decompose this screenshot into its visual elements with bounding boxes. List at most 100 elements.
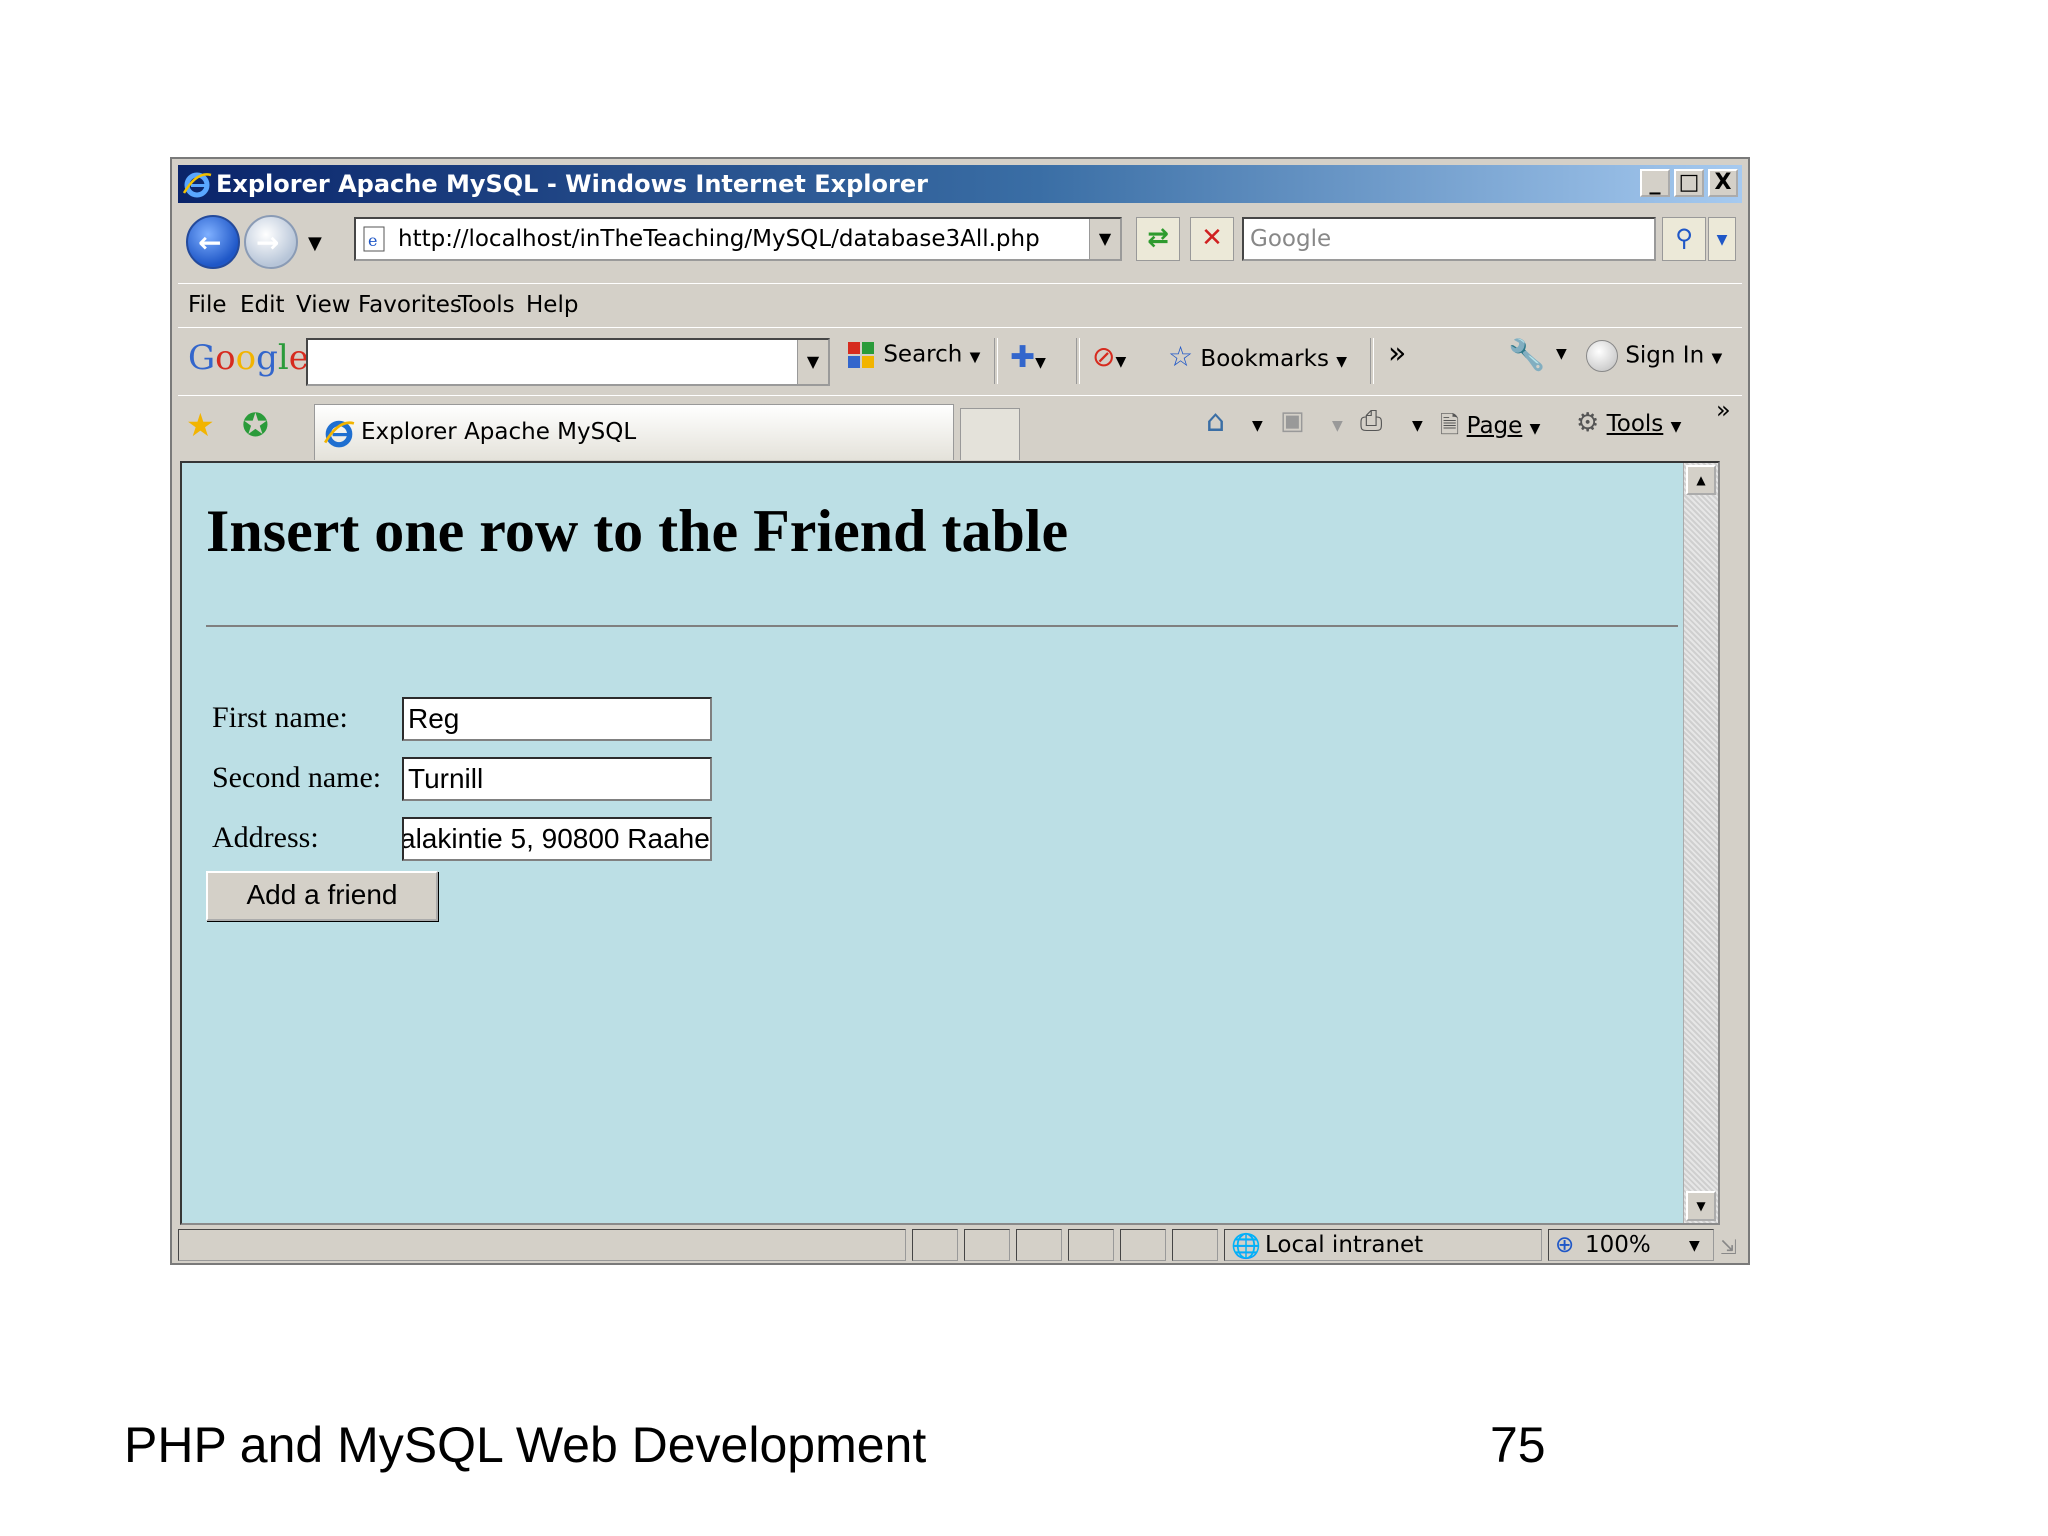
chevron-down-icon: ▼ xyxy=(1689,1238,1700,1254)
status-message-cell xyxy=(178,1229,906,1261)
toolbar-separator xyxy=(1370,338,1374,384)
popup-blocker-icon[interactable]: ⊘▼ xyxy=(1092,340,1126,373)
tab-active[interactable]: Explorer Apache MySQL xyxy=(314,404,954,460)
rss-feed-icon[interactable]: ▣ xyxy=(1280,406,1305,436)
window-title: Explorer Apache MySQL - Windows Internet… xyxy=(216,170,928,198)
bookmarks-label: Bookmarks xyxy=(1200,346,1329,372)
add-button-icon[interactable]: ✚▼ xyxy=(1010,340,1046,375)
stop-button[interactable]: ✕ xyxy=(1190,217,1234,261)
browser-window: Explorer Apache MySQL - Windows Internet… xyxy=(170,157,1750,1265)
menu-file[interactable]: File xyxy=(188,292,227,318)
more-tools-chevron[interactable]: » xyxy=(1388,336,1406,371)
chevron-down-icon: ▼ xyxy=(1711,350,1723,367)
search-input[interactable]: Google xyxy=(1242,217,1656,261)
google-search-button[interactable]: Search ▼ xyxy=(846,340,980,370)
google-search-input[interactable]: ▼ xyxy=(306,338,830,386)
bookmark-star-icon: ☆ xyxy=(1168,340,1194,373)
google-search-label: Search xyxy=(883,341,963,368)
chevron-down-icon[interactable]: ▼ xyxy=(1252,418,1263,434)
page-menu-button[interactable]: 🗎 Page ▼ xyxy=(1440,408,1540,449)
first-name-label: First name: xyxy=(212,701,348,734)
vertical-scrollbar[interactable]: ▲ ▼ xyxy=(1683,463,1718,1223)
refresh-button[interactable]: ⇄ xyxy=(1136,217,1180,261)
gear-icon: ⚙ xyxy=(1576,408,1600,438)
status-bar: 🌐 Local intranet ⊕ 100% ▼ ⇲ xyxy=(178,1229,1742,1263)
address-dropdown-icon[interactable]: ▼ xyxy=(1089,219,1120,259)
print-icon[interactable]: ⎙ xyxy=(1360,404,1382,438)
user-circle-icon xyxy=(1586,340,1618,372)
arrow-left-icon: ← xyxy=(198,226,222,259)
google-search-icon xyxy=(848,342,874,368)
zoom-cell[interactable]: ⊕ 100% ▼ xyxy=(1548,1229,1714,1261)
menu-help[interactable]: Help xyxy=(526,292,578,318)
home-icon[interactable]: ⌂ xyxy=(1206,404,1225,439)
navigation-bar: ← → ▼ e http://localhost/inTheTeaching/M… xyxy=(178,209,1742,277)
address-input[interactable]: alakintie 5, 90800 Raahe xyxy=(402,817,712,861)
scroll-up-button[interactable]: ▲ xyxy=(1686,465,1716,495)
close-button[interactable]: X xyxy=(1708,169,1738,197)
google-search-dropdown-icon[interactable]: ▼ xyxy=(797,340,828,384)
chevron-down-icon: ▼ xyxy=(1670,419,1682,435)
back-button[interactable]: ← xyxy=(186,215,240,269)
status-cell xyxy=(1172,1229,1218,1261)
bookmarks-button[interactable]: ☆ Bookmarks ▼ xyxy=(1168,340,1347,373)
page-icon: e xyxy=(363,226,385,252)
menu-favorites[interactable]: Favorites xyxy=(358,292,462,318)
google-toolbar: Google ▼ Search ▼ ✚▼ ⊘▼ ☆ Bookmarks ▼ » … xyxy=(178,327,1742,388)
refresh-icon: ⇄ xyxy=(1147,223,1169,253)
security-zone-label: Local intranet xyxy=(1265,1232,1424,1258)
chevron-down-icon: ▼ xyxy=(969,349,981,366)
ie-logo-icon xyxy=(323,420,355,448)
tools-menu-button[interactable]: ⚙ Tools ▼ xyxy=(1576,408,1681,438)
chevron-down-icon[interactable]: ▼ xyxy=(1332,418,1343,434)
second-name-label: Second name: xyxy=(212,761,382,794)
first-name-input[interactable]: Reg xyxy=(402,697,712,741)
menu-edit[interactable]: Edit xyxy=(240,292,285,318)
slide-page-number: 75 xyxy=(1490,1417,1546,1473)
google-logo: Google xyxy=(188,338,309,378)
toolbar-separator xyxy=(994,338,998,384)
wrench-settings-icon[interactable]: 🔧 xyxy=(1508,338,1545,373)
search-button[interactable]: ⚲ xyxy=(1662,217,1706,261)
search-options-dropdown[interactable]: ▼ xyxy=(1708,217,1736,261)
status-cell xyxy=(912,1229,958,1261)
chevron-down-icon: ▼ xyxy=(1529,421,1541,437)
second-name-input[interactable]: Turnill xyxy=(402,757,712,801)
sign-in-button[interactable]: Sign In ▼ xyxy=(1586,340,1722,372)
chevron-down-icon[interactable]: ▼ xyxy=(1556,346,1567,362)
chevron-down-icon[interactable]: ▼ xyxy=(1412,418,1423,434)
scroll-down-button[interactable]: ▼ xyxy=(1686,1191,1716,1221)
history-dropdown-icon[interactable]: ▼ xyxy=(308,233,322,254)
resize-grip-icon[interactable]: ⇲ xyxy=(1720,1235,1737,1259)
status-cell xyxy=(1120,1229,1166,1261)
page-content: Insert one row to the Friend table First… xyxy=(180,461,1720,1225)
horizontal-rule xyxy=(206,625,1678,627)
chevron-down-icon: ▼ xyxy=(1336,354,1348,370)
zoom-level: 100% xyxy=(1585,1232,1651,1258)
page-menu-label: Page xyxy=(1466,413,1523,439)
status-cell xyxy=(1016,1229,1062,1261)
new-tab-button[interactable] xyxy=(960,408,1020,460)
address-url: http://localhost/inTheTeaching/MySQL/dat… xyxy=(398,226,1040,252)
add-friend-button[interactable]: Add a friend xyxy=(206,871,438,921)
zoom-magnifier-icon: ⊕ xyxy=(1555,1232,1575,1258)
favorites-center-star-icon[interactable]: ★ xyxy=(186,406,215,444)
minimize-button[interactable]: _ xyxy=(1640,169,1670,197)
address-bar[interactable]: e http://localhost/inTheTeaching/MySQL/d… xyxy=(354,217,1122,261)
security-zone-cell[interactable]: 🌐 Local intranet xyxy=(1224,1229,1542,1261)
globe-icon: 🌐 xyxy=(1231,1232,1261,1260)
maximize-button[interactable]: □ xyxy=(1674,169,1704,197)
page-title: Insert one row to the Friend table xyxy=(206,498,1069,564)
menu-view[interactable]: View xyxy=(296,292,351,318)
forward-button[interactable]: → xyxy=(244,215,298,269)
add-favorite-star-icon[interactable]: ✪ xyxy=(242,406,269,444)
status-cell xyxy=(964,1229,1010,1261)
svg-text:e: e xyxy=(368,231,377,250)
toolbar-separator xyxy=(1076,338,1080,384)
sign-in-label: Sign In xyxy=(1625,342,1705,369)
menu-tools[interactable]: Tools xyxy=(458,292,515,318)
menu-bar: File Edit View Favorites Tools Help xyxy=(178,283,1742,328)
stop-icon: ✕ xyxy=(1201,223,1223,253)
more-commands-chevron[interactable]: » xyxy=(1716,396,1731,424)
slide-footer-title: PHP and MySQL Web Development xyxy=(124,1417,927,1473)
